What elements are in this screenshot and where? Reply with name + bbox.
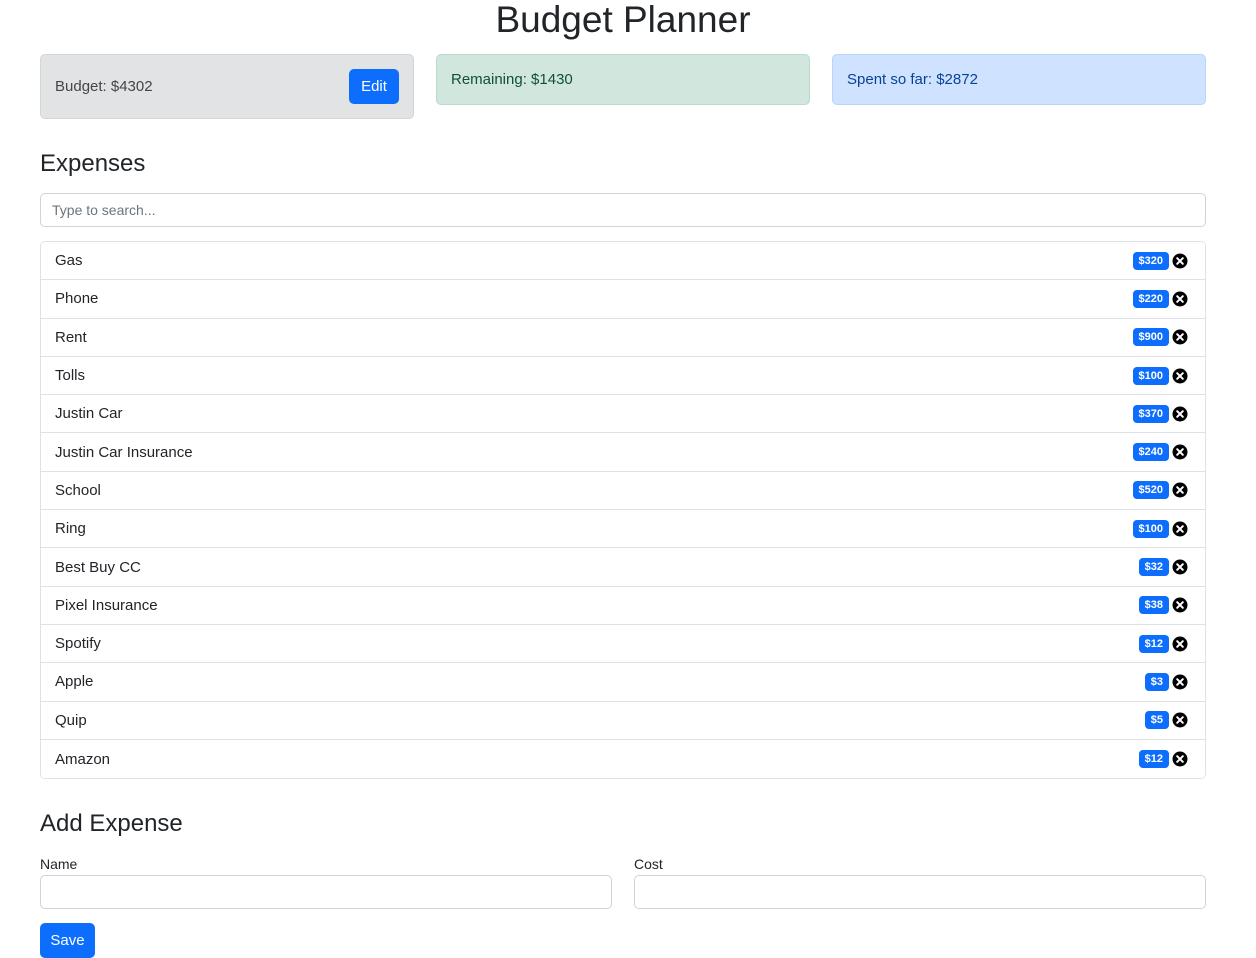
list-item: Phone $220	[41, 280, 1205, 319]
delete-expense-icon[interactable]	[1172, 253, 1188, 269]
list-item: Apple $3	[41, 663, 1205, 702]
cost-badge: $100	[1132, 366, 1169, 385]
expense-actions: $240	[1132, 443, 1188, 462]
list-item: School $520	[41, 471, 1205, 511]
cost-badge: $12	[1138, 634, 1169, 653]
search-input[interactable]	[40, 193, 1206, 227]
delete-expense-icon[interactable]	[1172, 406, 1188, 422]
delete-expense-icon[interactable]	[1172, 636, 1188, 652]
expense-actions: $320	[1132, 251, 1188, 270]
spent-card: Spent so far: $2872	[832, 54, 1206, 105]
list-item: Justin Car Insurance $240	[41, 433, 1205, 472]
budget-text: Budget: $4302	[55, 78, 153, 95]
add-expense-heading: Add Expense	[40, 810, 183, 837]
budget-planner-page: Budget Planner Budget: $4302 Edit Remain…	[0, 0, 1256, 958]
expense-actions: $12	[1138, 634, 1188, 653]
save-button[interactable]: Save	[40, 923, 95, 958]
expense-actions: $5	[1144, 711, 1188, 730]
delete-expense-icon[interactable]	[1172, 751, 1188, 767]
delete-expense-icon[interactable]	[1172, 329, 1188, 345]
list-item: Quip $5	[41, 701, 1205, 740]
list-item: Justin Car $370	[41, 395, 1205, 434]
expense-name: Tolls	[55, 367, 86, 385]
delete-expense-icon[interactable]	[1172, 712, 1188, 728]
list-item: Rent $900	[41, 318, 1205, 357]
expense-actions: $220	[1132, 289, 1188, 308]
expense-name: Justin Car	[55, 405, 123, 423]
expense-name: Rent	[55, 328, 87, 346]
name-label: Name	[40, 856, 78, 872]
expense-actions: $3	[1144, 672, 1188, 691]
cost-badge: $240	[1132, 443, 1169, 462]
expenses-heading: Expenses	[40, 150, 146, 177]
list-item: Tolls $100	[41, 356, 1205, 396]
page-title: Budget Planner	[495, 0, 751, 40]
expense-actions: $38	[1138, 596, 1188, 615]
remaining-text: Remaining: $1430	[451, 71, 573, 88]
expense-name: Ring	[55, 520, 86, 538]
expense-name: Pixel Insurance	[55, 596, 158, 614]
cost-badge: $100	[1132, 519, 1169, 538]
cost-badge: $38	[1138, 596, 1169, 615]
cost-badge: $320	[1132, 251, 1169, 270]
expense-actions: $900	[1132, 328, 1188, 347]
cost-field[interactable]	[634, 875, 1206, 909]
delete-expense-icon[interactable]	[1172, 559, 1188, 575]
delete-expense-icon[interactable]	[1172, 521, 1188, 537]
cost-badge: $12	[1138, 750, 1169, 768]
expense-name: Best Buy CC	[55, 558, 141, 576]
cost-badge: $3	[1144, 672, 1169, 691]
expense-name: Amazon	[55, 750, 111, 768]
list-item: Pixel Insurance $38	[41, 586, 1205, 625]
expense-actions: $12	[1138, 750, 1188, 768]
cost-badge: $370	[1132, 404, 1169, 423]
cost-badge: $520	[1132, 481, 1169, 500]
expense-name: Apple	[55, 673, 94, 691]
expense-actions: $370	[1132, 404, 1188, 423]
list-item: Ring $100	[41, 510, 1205, 549]
delete-expense-icon[interactable]	[1172, 368, 1188, 384]
cost-badge: $32	[1138, 558, 1169, 577]
cost-badge: $5	[1144, 711, 1169, 730]
delete-expense-icon[interactable]	[1172, 444, 1188, 460]
list-item: Gas $320	[41, 242, 1205, 281]
delete-expense-icon[interactable]	[1172, 291, 1188, 307]
expense-actions: $520	[1132, 481, 1188, 500]
expense-actions: $32	[1138, 558, 1188, 577]
list-item: Spotify $12	[41, 624, 1205, 664]
expense-name: Spotify	[55, 635, 101, 653]
delete-expense-icon[interactable]	[1172, 482, 1188, 498]
list-item: Best Buy CC $32	[41, 548, 1205, 587]
cost-badge: $220	[1132, 289, 1169, 308]
expense-actions: $100	[1132, 366, 1188, 385]
cost-label: Cost	[634, 856, 663, 872]
edit-budget-button[interactable]: Edit	[349, 69, 399, 104]
expense-list: Gas $320 Phone $220 Rent $900 Tolls $100 Justin …	[40, 241, 1206, 780]
budget-card: Budget: $4302 Edit	[40, 54, 414, 119]
remaining-card: Remaining: $1430	[436, 54, 810, 105]
expense-name: School	[55, 481, 101, 499]
name-field[interactable]	[40, 875, 612, 909]
expense-name: Phone	[55, 290, 99, 308]
delete-expense-icon[interactable]	[1172, 597, 1188, 613]
spent-text: Spent so far: $2872	[847, 71, 978, 88]
expense-actions: $100	[1132, 519, 1188, 538]
expense-name: Gas	[55, 252, 83, 270]
delete-expense-icon[interactable]	[1172, 674, 1188, 690]
expense-name: Quip	[55, 711, 87, 729]
cost-badge: $900	[1132, 328, 1169, 347]
list-item: Amazon $12	[41, 739, 1205, 779]
expense-name: Justin Car Insurance	[55, 443, 193, 461]
